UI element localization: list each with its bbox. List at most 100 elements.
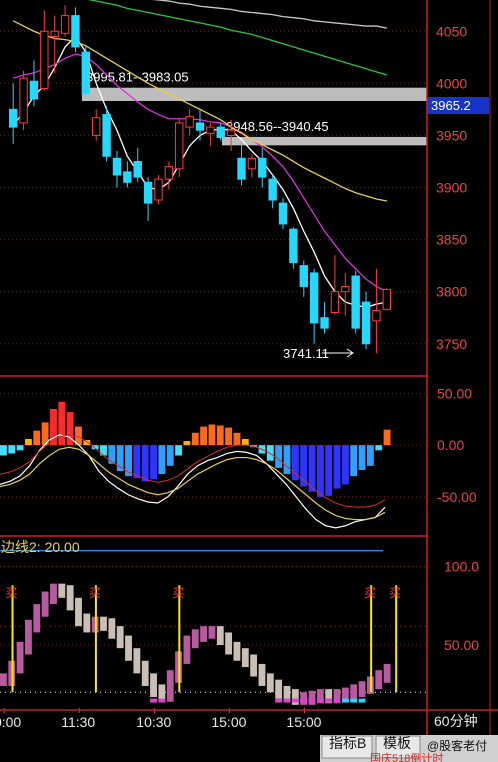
macd-bar [191, 432, 199, 446]
macd-bar [158, 445, 166, 475]
macd-panel: 50.00 0.00 -50.00 [0, 386, 477, 529]
indicator-bar [125, 635, 132, 661]
indicator-bar [33, 604, 41, 633]
macd-bar [266, 445, 274, 461]
macd-bar [166, 445, 174, 466]
low-marker-bar [150, 698, 157, 703]
indicator-bar [258, 663, 266, 686]
candle-body [309, 272, 319, 324]
x-tick-label: 10:00 [0, 714, 21, 730]
candle-body [154, 178, 163, 201]
y-tick-label: 4050 [436, 23, 467, 39]
candle-body [29, 80, 39, 100]
buy-signal-label: 买 [364, 586, 376, 600]
y-tick-label: -50.00 [437, 489, 477, 505]
y-tick-label: 50.00 [444, 637, 479, 653]
bottom-text: 国庆518倒计时 [370, 751, 443, 762]
indicator-bar [191, 629, 199, 649]
indicator-bar [41, 591, 49, 617]
indicator-bar [116, 626, 124, 649]
candle-body [40, 30, 49, 90]
indicator-bar [66, 585, 74, 611]
macd-bar [325, 445, 333, 496]
support-zone [222, 136, 427, 146]
macd-bar [33, 430, 41, 446]
indicator-bar [375, 670, 383, 690]
macd-bar [241, 438, 249, 446]
low-marker-bar [308, 698, 316, 703]
macd-bar [316, 445, 324, 497]
low-marker-bar [316, 698, 324, 703]
macd-bar [383, 429, 391, 446]
low-marker-bar [333, 698, 341, 703]
y-tick-label: 100.0 [444, 558, 479, 574]
macd-bar [183, 441, 191, 446]
candle-body [268, 178, 277, 201]
macd-bar [0, 445, 7, 456]
watermark: @股客老付 [427, 738, 487, 753]
tab-indicator-b[interactable]: 指标B [329, 735, 366, 751]
indicator-bar [150, 673, 157, 697]
chart-stage: 40504000395039003850380037503995.81--398… [0, 0, 498, 762]
candle-body [226, 129, 236, 136]
y-tick-label: 4000 [436, 75, 467, 91]
macd-bar [333, 445, 341, 489]
candle-body [278, 202, 288, 225]
indicator-bar [100, 616, 107, 631]
indicator-bar [358, 681, 366, 697]
buy-signal-label: 买 [6, 586, 18, 600]
candle-body [247, 157, 257, 170]
candlestick-panel: 40504000395039003850380037503995.81--398… [0, 0, 489, 361]
moving-average-line [87, 0, 387, 76]
indicator-bar [0, 673, 7, 686]
indicator-bar [266, 673, 274, 693]
y-tick-label: 3800 [436, 284, 467, 300]
x-tick-label: 10:30 [136, 714, 171, 730]
y-tick-label: 3850 [436, 232, 467, 248]
macd-bar [208, 424, 216, 446]
indicator-bar [83, 613, 91, 633]
candle-body [185, 116, 194, 128]
macd-bar [58, 401, 66, 446]
x-tick-label: 15:00 [211, 714, 246, 730]
candle-body [71, 15, 80, 48]
x-tick-label: 15:00 [286, 714, 321, 730]
macd-bar [225, 427, 233, 446]
indicator-bar [383, 663, 391, 683]
period-label[interactable]: 60分钟 [434, 713, 478, 729]
candle-body [60, 15, 70, 34]
indicator-bar [241, 648, 249, 668]
tab-template[interactable]: 模板 [383, 735, 411, 751]
macd-bar [350, 445, 358, 477]
indicator-bar [133, 648, 141, 674]
indicator-bar [75, 597, 82, 627]
indicator-bar [58, 583, 66, 598]
y-tick-label: 0.00 [437, 437, 464, 453]
candle-body [330, 291, 340, 313]
candle-body [258, 157, 267, 178]
indicator-bar [200, 626, 208, 642]
macd-bar [275, 445, 283, 468]
macd-bar [175, 445, 182, 456]
y-tick-label: 3750 [436, 336, 467, 352]
macd-bar [216, 425, 224, 446]
moving-average-line [12, 35, 387, 308]
macd-bar [200, 426, 208, 446]
candle-body [50, 30, 59, 37]
candle-body [92, 117, 101, 136]
macd-bar [375, 445, 383, 451]
y-tick-label: 3950 [436, 127, 467, 143]
indicator-title: 边线2: 20.00 [1, 539, 80, 555]
candle-body [320, 317, 329, 329]
candle-body [143, 181, 153, 204]
candle-body [9, 108, 18, 128]
indicator-bar [350, 684, 358, 701]
indicator-bar [208, 626, 216, 639]
y-tick-label: 3900 [436, 180, 467, 196]
low-marker-bar [300, 698, 308, 703]
indicator-bar [275, 679, 283, 699]
indicator-bar [16, 641, 24, 674]
indicator-bar [233, 641, 241, 661]
indicator-bar [225, 632, 233, 655]
indicator-panel: 100.050.00买买买买买10:0011:3010:3015:0015:00 [0, 549, 479, 730]
